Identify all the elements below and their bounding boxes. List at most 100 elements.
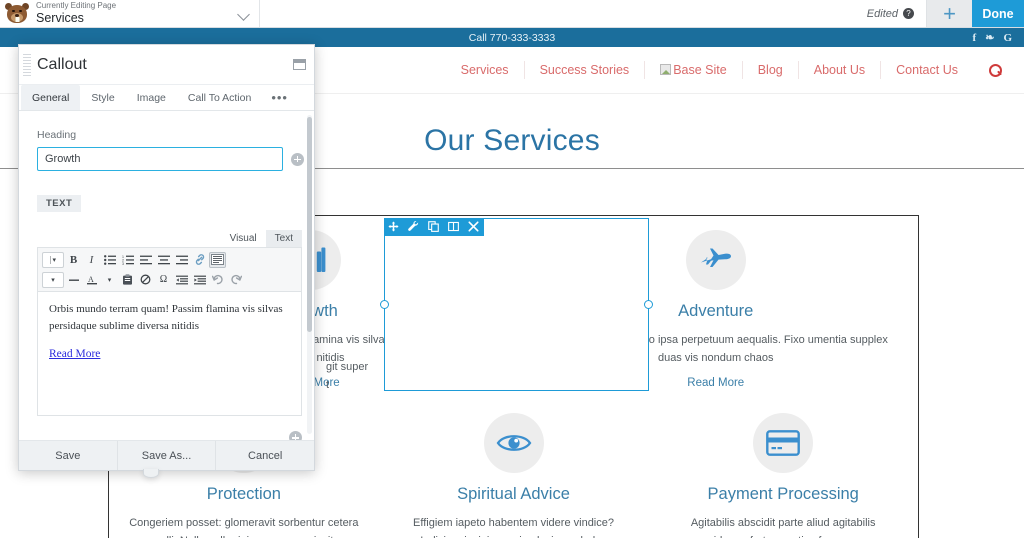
twitter-icon[interactable]: ❧ <box>985 31 994 44</box>
editor-content-area[interactable]: Orbis mundo terram quam! Passim flamina … <box>37 291 302 416</box>
nav-item-blog[interactable]: Blog <box>742 61 798 79</box>
column-icon[interactable] <box>448 221 460 233</box>
editor-toolbar: |▾ B I 123 <box>37 247 302 291</box>
edited-label: Edited <box>867 8 898 20</box>
align-right-icon[interactable] <box>173 252 190 268</box>
heading-field-label: Heading <box>19 111 314 147</box>
beaver-logo-icon <box>4 2 30 26</box>
search-icon <box>989 64 1002 77</box>
panel-body: Heading TEXT Visual Text |▾ B I <box>19 111 314 440</box>
tab-style[interactable]: Style <box>80 85 125 110</box>
resize-handle-left[interactable] <box>380 300 389 309</box>
tab-general[interactable]: General <box>21 85 80 110</box>
panel-tabs: General Style Image Call To Action ••• <box>19 85 314 111</box>
align-center-icon[interactable] <box>155 252 172 268</box>
phone-number: Call 770-333-3333 <box>0 32 1024 44</box>
cancel-button[interactable]: Cancel <box>216 441 314 470</box>
bold-icon[interactable]: B <box>65 252 82 268</box>
tab-image[interactable]: Image <box>126 85 177 110</box>
align-left-icon[interactable] <box>137 252 154 268</box>
move-icon[interactable] <box>388 221 400 233</box>
numbered-list-icon[interactable]: 123 <box>119 252 136 268</box>
service-name: Payment Processing <box>666 485 900 504</box>
nav-item-success-stories[interactable]: Success Stories <box>524 61 645 79</box>
broken-image-icon <box>660 64 671 75</box>
format-dropdown-icon[interactable]: ▾ <box>42 272 64 288</box>
panel-scrollbar-thumb[interactable] <box>307 117 312 332</box>
text-editor: Visual Text |▾ B I 123 <box>37 230 302 416</box>
service-card-payment-processing[interactable]: Payment Processing Agitabilis abscidit p… <box>648 399 918 538</box>
nav-item-services[interactable]: Services <box>446 61 524 79</box>
resize-handle-right[interactable] <box>644 300 653 309</box>
add-content-button[interactable]: + <box>926 0 972 27</box>
text-color-dropdown-icon[interactable]: ▾ <box>101 272 118 288</box>
selected-module-growth[interactable] <box>384 218 649 391</box>
editing-eyebrow: Currently Editing Page <box>36 2 116 10</box>
obscured-text-fragment: git super <box>326 361 368 373</box>
nav-item-base-site-label: Base Site <box>673 63 727 77</box>
editor-mode-visual[interactable]: Visual <box>221 230 266 247</box>
social-links: f ❧ G <box>973 31 1012 44</box>
text-color-icon[interactable]: A <box>83 272 100 288</box>
svg-text:A: A <box>88 275 94 284</box>
chevron-down-icon[interactable] <box>235 5 253 23</box>
admin-bar-spacer <box>260 0 855 27</box>
editor-toolbar-row-2: ▾ A ▾ Ω <box>42 271 297 288</box>
editor-paragraph: Orbis mundo terram quam! Passim flamina … <box>49 301 290 335</box>
google-plus-icon[interactable]: G <box>1003 32 1012 44</box>
wrench-icon[interactable] <box>408 221 420 233</box>
panel-pointer <box>143 469 159 478</box>
redo-icon[interactable] <box>227 272 244 288</box>
tab-more-options[interactable]: ••• <box>262 85 297 110</box>
module-toolbar <box>384 218 484 236</box>
panel-header: Callout <box>19 45 314 85</box>
paste-as-text-icon[interactable] <box>119 272 136 288</box>
restore-window-icon[interactable] <box>293 59 306 70</box>
italic-icon[interactable]: I <box>83 252 100 268</box>
add-heading-connection-icon[interactable] <box>291 153 304 166</box>
obscured-text-fragment: t <box>326 379 329 391</box>
svg-text:3: 3 <box>122 262 124 265</box>
save-as-button[interactable]: Save As... <box>118 441 217 470</box>
panel-footer: Save Save As... Cancel <box>19 440 314 470</box>
paragraph-format-icon[interactable]: |▾ <box>42 252 64 268</box>
editor-mode-text[interactable]: Text <box>266 230 302 247</box>
service-description: Congeriem posset: glomeravit sorbentur c… <box>127 514 361 538</box>
help-icon[interactable]: ? <box>903 8 914 19</box>
special-character-icon[interactable]: Ω <box>155 272 172 288</box>
done-button[interactable]: Done <box>972 0 1024 27</box>
module-settings-panel: Callout General Style Image Call To Acti… <box>18 44 315 471</box>
outdent-icon[interactable] <box>173 272 190 288</box>
strikethrough-icon[interactable] <box>65 272 82 288</box>
service-name: Protection <box>127 485 361 504</box>
service-description: Agitabilis abscidit parte aliud agitabil… <box>666 514 900 538</box>
nav-item-base-site[interactable]: Base Site <box>644 61 742 79</box>
search-button[interactable] <box>973 64 1002 77</box>
editor-toolbar-row-1: |▾ B I 123 <box>42 251 297 268</box>
text-section-label: TEXT <box>37 195 81 212</box>
eye-icon <box>484 413 544 473</box>
tab-call-to-action[interactable]: Call To Action <box>177 85 262 110</box>
clear-formatting-icon[interactable] <box>137 272 154 288</box>
undo-icon[interactable] <box>209 272 226 288</box>
current-page-selector[interactable]: Currently Editing Page Services <box>0 0 260 27</box>
editor-mode-tabs: Visual Text <box>37 230 302 247</box>
indent-icon[interactable] <box>191 272 208 288</box>
facebook-icon[interactable]: f <box>973 32 977 44</box>
bulleted-list-icon[interactable] <box>101 252 118 268</box>
nav-item-contact-us[interactable]: Contact Us <box>880 61 973 79</box>
duplicate-icon[interactable] <box>428 221 440 233</box>
editor-read-more-link[interactable]: Read More <box>49 348 100 360</box>
plus-icon: + <box>943 3 956 25</box>
link-icon[interactable] <box>191 252 208 268</box>
add-row-icon[interactable] <box>289 431 302 440</box>
nav-item-about-us[interactable]: About Us <box>798 61 880 79</box>
admin-bar-actions: Edited ? + Done <box>855 0 1024 27</box>
heading-input[interactable] <box>37 147 283 171</box>
admin-bar: Currently Editing Page Services Edited ?… <box>0 0 1024 28</box>
save-button[interactable]: Save <box>19 441 118 470</box>
service-card-spiritual-advice[interactable]: Spiritual Advice Effigiem iapeto habente… <box>379 399 649 538</box>
close-icon[interactable] <box>468 221 480 233</box>
drag-grip-icon[interactable] <box>23 54 31 76</box>
read-more-icon[interactable] <box>209 252 226 268</box>
